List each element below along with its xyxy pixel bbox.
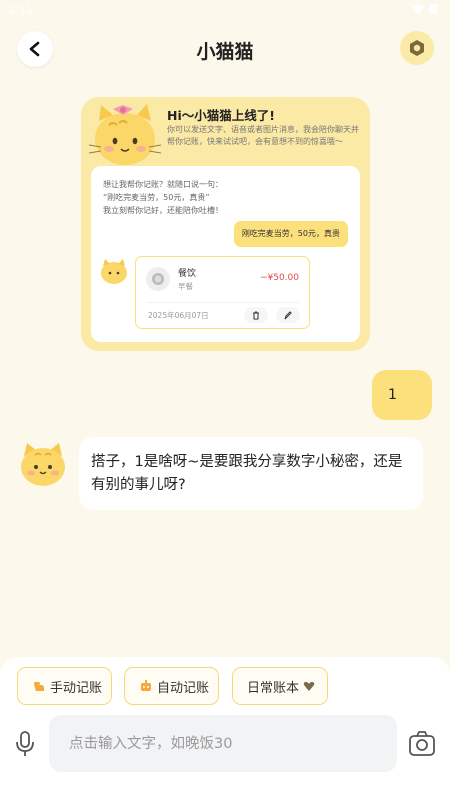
settings-button[interactable] [400, 31, 434, 65]
status-icons [410, 3, 440, 18]
microphone-icon[interactable] [14, 731, 36, 757]
tip-line-3: 我立刻帮你记好，还能陪你吐槽！ [103, 206, 223, 215]
record-category: 餐饮 [178, 269, 197, 279]
intro-title: Hi～小猫猫上线了! [167, 108, 275, 123]
camera-icon[interactable] [408, 731, 436, 757]
robot-icon [139, 679, 153, 693]
intro-description: 你可以发送文字、语音或者图片消息，我会陪你聊天并帮你记账，快来试试吧，会有意想不… [167, 125, 359, 146]
example-card: 想让我帮你记账？就随口说一句： “刚吃完麦当劳，50元，真贵” 我立刻帮你记好，… [91, 166, 360, 342]
status-bar: 2:11 [0, 0, 450, 22]
tip-line-2: “刚吃完麦当劳，50元，真贵” [103, 193, 210, 202]
header: 小猫猫 [0, 26, 450, 74]
divider [146, 302, 299, 303]
example-user-message: 刚吃完麦当劳，50元，真贵 [233, 221, 348, 247]
intro-card: Hi～小猫猫上线了! 你可以发送文字、语音或者图片消息，我会陪你聊天并帮你记账，… [81, 97, 370, 351]
record-amount: −¥50.00 [259, 273, 299, 283]
heart-icon [303, 681, 315, 692]
manual-entry-label: 手动记账 [50, 680, 103, 696]
cat-mascot-icon [88, 104, 162, 165]
record-date: 2025年06月07日 [148, 311, 209, 320]
user-message-bubble: 1 [372, 370, 432, 420]
page-title: 小猫猫 [196, 41, 254, 63]
tip-line-1: 想让我帮你记账？就随口说一句： [103, 180, 223, 189]
tip-text: 想让我帮你记账？就随口说一句： “刚吃完麦当劳，50元，真贵” 我立刻帮你记好，… [103, 178, 223, 217]
category-icon [146, 267, 170, 291]
auto-entry-button[interactable]: 自动记账 [124, 667, 219, 705]
status-time: 2:11 [8, 3, 33, 16]
hexagon-settings-icon [410, 40, 424, 56]
ledger-label: 日常账本 [247, 680, 300, 696]
ledger-select-button[interactable]: 日常账本 [232, 667, 328, 705]
wifi-battery-icon [412, 4, 437, 14]
pencil-icon [284, 310, 292, 319]
record-card[interactable]: 餐饮 早餐 −¥50.00 2025年06月07日 [135, 256, 310, 329]
cat-avatar-icon [21, 443, 65, 486]
hand-pointer-icon [32, 679, 46, 693]
manual-entry-button[interactable]: 手动记账 [17, 667, 112, 705]
trash-icon [253, 311, 259, 319]
delete-button[interactable] [244, 307, 268, 323]
bot-message-bubble: 搭子，1是啥呀~是要跟我分享数字小秘密，还是有别的事儿呀? [79, 437, 423, 510]
bottom-input-panel: 手动记账 自动记账 日常账本 [0, 657, 450, 800]
cat-avatar-icon [101, 259, 127, 284]
message-input[interactable] [49, 715, 397, 772]
record-subcategory: 早餐 [178, 282, 193, 291]
edit-button[interactable] [276, 307, 300, 323]
auto-entry-label: 自动记账 [157, 680, 210, 696]
